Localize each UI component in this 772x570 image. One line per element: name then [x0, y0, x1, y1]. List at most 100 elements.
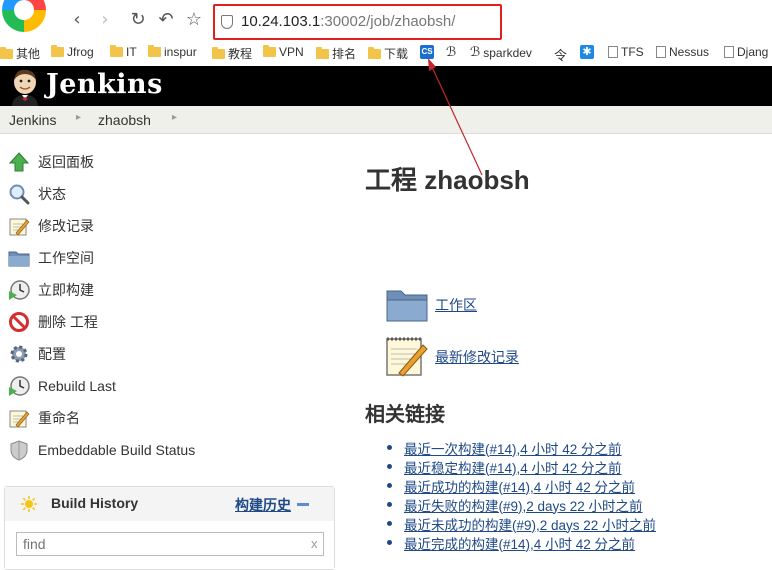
bullet-icon — [387, 521, 392, 526]
related-links-list: 最近一次构建(#14),4 小时 42 分之前 最近稳定构建(#14),4 小时… — [387, 438, 656, 552]
related-links-heading: 相关链接 — [365, 404, 445, 426]
breadcrumb-separator-icon[interactable]: ▸ — [172, 112, 177, 123]
bookmarks-bar: 其他 Jfrog IT inspur 教程 VPN 排名 下载 CS ℬ ℬsp… — [0, 40, 772, 66]
folder-icon — [212, 46, 225, 59]
bookmark-item[interactable]: Djang — [724, 45, 768, 59]
sidebar-item-configure[interactable]: 配置 — [8, 341, 66, 367]
sidebar-item-label: Embeddable Build Status — [38, 442, 196, 458]
folder-icon — [386, 290, 428, 322]
browser-toolbar: ‹ › ↻ ↶ ☆ 10.24.103.1:30002/job/zhaobsh/ — [0, 0, 772, 40]
bookmark-item[interactable]: VPN — [263, 45, 304, 59]
bookmark-label: 下载 — [384, 47, 409, 61]
build-history-header: Build History 构建历史 — [5, 487, 334, 521]
up-arrow-icon — [8, 152, 30, 172]
favorite-star-icon[interactable]: ☆ — [183, 8, 205, 32]
undo-icon[interactable]: ↶ — [155, 8, 177, 32]
bullet-icon — [387, 464, 392, 469]
sparkle-icon: ℬ — [470, 45, 481, 60]
bookmark-label: Djang — [737, 45, 769, 59]
list-item: 最近一次构建(#14),4 小时 42 分之前 — [387, 438, 656, 457]
bookmark-item[interactable]: 令 — [554, 45, 567, 64]
list-item: 最近稳定构建(#14),4 小时 42 分之前 — [387, 457, 656, 476]
bookmark-item[interactable]: ℬ — [446, 45, 456, 60]
bookmark-item[interactable]: inspur — [148, 45, 197, 59]
bookmark-label: Nessus — [669, 45, 710, 59]
bookmark-item[interactable]: Nessus — [656, 45, 709, 59]
bookmark-label: Jfrog — [67, 45, 94, 59]
sidebar-item-build-now[interactable]: 立即构建 — [8, 277, 94, 303]
reload-icon[interactable]: ↻ — [127, 8, 149, 32]
breadcrumb-jenkins[interactable]: Jenkins — [9, 112, 56, 128]
jenkins-butler-logo-icon[interactable] — [8, 68, 42, 106]
last-unsuccessful-build-link[interactable]: 最近未成功的构建(#9),2 days 22 小时之前 — [404, 514, 656, 534]
url-host: 10.24.103.1 — [241, 13, 321, 30]
shield-icon — [10, 440, 28, 461]
bookmark-item[interactable]: ℬsparkdev — [470, 45, 532, 60]
bookmark-item[interactable]: 其他 — [0, 45, 40, 62]
sidebar-item-status[interactable]: 状态 — [8, 181, 66, 207]
last-completed-build-link[interactable]: 最近完成的构建(#14),4 小时 42 分之前 — [404, 533, 635, 553]
folder-icon — [368, 46, 381, 59]
sidebar-item-label: 立即构建 — [38, 282, 94, 298]
build-history-trend-link[interactable]: 构建历史 — [235, 495, 291, 515]
sidebar-item-changes[interactable]: 修改记录 — [8, 213, 94, 239]
sidebar-item-back-to-dashboard[interactable]: 返回面板 — [8, 149, 94, 175]
last-stable-build-link[interactable]: 最近稳定构建(#14),4 小时 42 分之前 — [404, 457, 622, 477]
last-failed-build-link[interactable]: 最近失败的构建(#9),2 days 22 小时之前 — [404, 495, 643, 515]
last-build-link[interactable]: 最近一次构建(#14),4 小时 42 分之前 — [404, 438, 622, 458]
collapse-icon[interactable] — [297, 503, 309, 506]
folder-icon — [316, 46, 329, 59]
list-item: 最近完成的构建(#14),4 小时 42 分之前 — [387, 533, 656, 552]
sparkle-icon: ℬ — [446, 45, 457, 60]
sidebar-item-delete-project[interactable]: 删除 工程 — [8, 309, 98, 335]
folder-icon — [263, 45, 276, 57]
bookmark-item[interactable]: 教程 — [212, 45, 252, 62]
bookmark-label: sparkdev — [483, 45, 532, 60]
folder-icon — [0, 46, 13, 59]
breadcrumb-separator-icon[interactable]: ▸ — [76, 112, 81, 123]
bookmark-item[interactable]: IT — [110, 45, 137, 59]
bullet-icon — [387, 540, 392, 545]
workspace-link[interactable]: 工作区 — [435, 295, 477, 315]
latest-changes-link[interactable]: 最新修改记录 — [435, 347, 519, 367]
sidebar-item-label: 修改记录 — [38, 218, 94, 234]
notepad-icon — [9, 410, 30, 428]
bookmark-item[interactable]: TFS — [608, 45, 644, 59]
bullet-icon — [387, 483, 392, 488]
address-bar[interactable]: 10.24.103.1:30002/job/zhaobsh/ — [213, 4, 502, 40]
list-item: 最近成功的构建(#14),4 小时 42 分之前 — [387, 476, 656, 495]
sidebar-item-embeddable-build-status[interactable]: Embeddable Build Status — [8, 437, 195, 463]
folder-icon — [110, 45, 123, 57]
url-text: 10.24.103.1:30002/job/zhaobsh/ — [241, 13, 455, 30]
sidebar-item-label: 返回面板 — [38, 154, 94, 170]
no-entry-icon — [9, 312, 29, 332]
sidebar-item-label: 删除 工程 — [38, 314, 98, 330]
jenkins-title[interactable]: Jenkins — [46, 69, 163, 100]
changes-link-row: 最新修改记录 — [385, 335, 519, 379]
star-icon: ✱ — [580, 45, 594, 59]
sidebar-item-rebuild-last[interactable]: Rebuild Last — [8, 373, 116, 399]
sidebar-item-rename[interactable]: 重命名 — [8, 405, 80, 431]
gear-icon — [10, 345, 28, 363]
bookmark-item[interactable]: ✱ — [580, 45, 594, 59]
clear-search-icon[interactable]: x — [311, 536, 318, 551]
back-icon[interactable]: ‹ — [66, 8, 88, 32]
bookmark-item[interactable]: CS — [420, 45, 434, 59]
url-path: :30002/job/zhaobsh/ — [320, 13, 456, 30]
breadcrumb-job[interactable]: zhaobsh — [98, 112, 151, 128]
site-security-icon — [221, 15, 233, 29]
forward-icon[interactable]: › — [94, 8, 116, 32]
bookmark-item[interactable]: 下载 — [368, 45, 408, 62]
bookmark-label: inspur — [164, 45, 197, 59]
workspace-link-row: 工作区 — [385, 285, 477, 325]
notepad-icon — [386, 337, 428, 377]
build-history-search-input[interactable] — [16, 532, 324, 556]
folder-icon — [8, 251, 30, 267]
page-icon — [656, 46, 666, 58]
bookmark-item[interactable]: Jfrog — [51, 45, 94, 59]
page-icon — [608, 46, 618, 58]
sidebar: 返回面板 状态 修改记录 工作空间 立即构建 删除 工程 配置 Rebuild … — [0, 134, 340, 570]
last-successful-build-link[interactable]: 最近成功的构建(#14),4 小时 42 分之前 — [404, 476, 635, 496]
sidebar-item-workspace[interactable]: 工作空间 — [8, 245, 94, 271]
bookmark-item[interactable]: 排名 — [316, 45, 356, 62]
